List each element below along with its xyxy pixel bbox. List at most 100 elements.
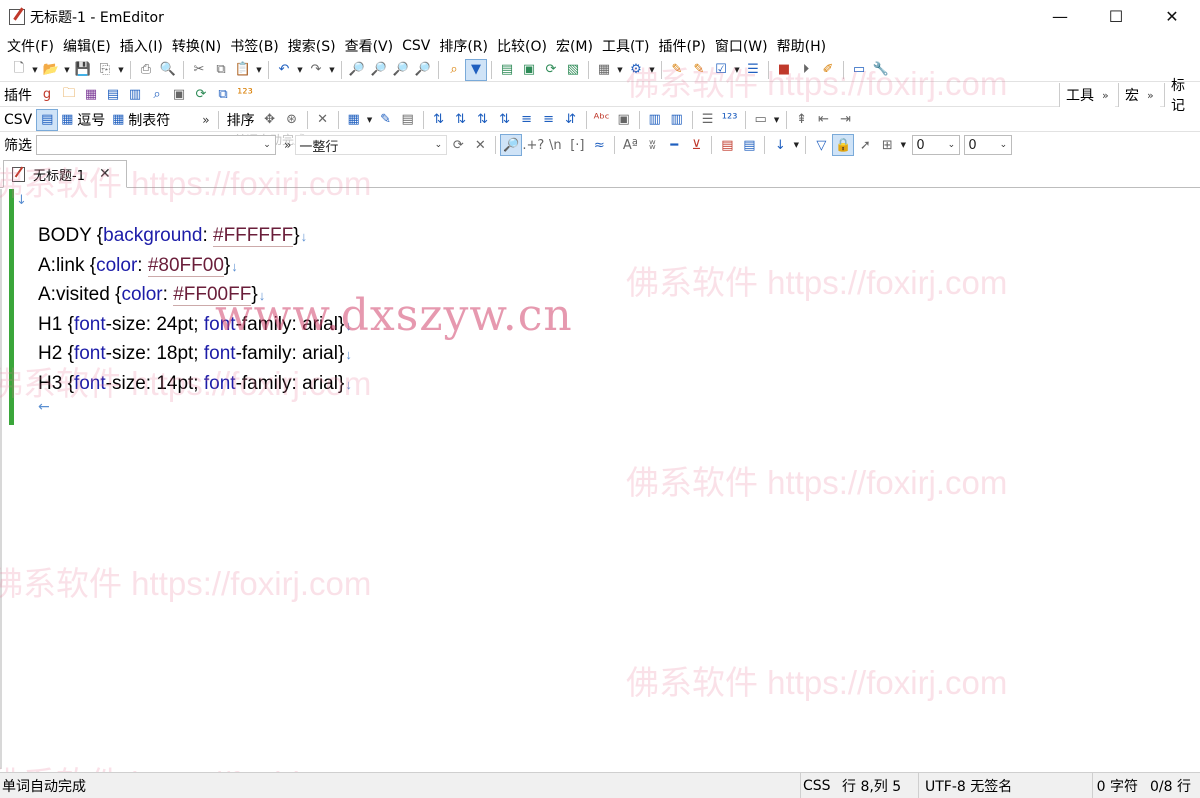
menu-csv[interactable]: CSV — [402, 38, 430, 54]
reverse-sort-icon[interactable]: ⇵ — [560, 109, 582, 131]
compare-abc-icon[interactable]: ᴬᵇᶜ — [591, 109, 613, 131]
paste-dropdown-icon[interactable]: ▼ — [254, 59, 264, 81]
menu-plugins[interactable]: 插件(P) — [658, 36, 705, 56]
csv-normal-mode-icon[interactable]: ▤ — [36, 108, 59, 131]
filter-icon[interactable]: ▼ — [465, 58, 487, 81]
macro-select-icon[interactable]: ✎ — [688, 59, 710, 81]
plugin-find-bar-icon[interactable]: ⌕ — [146, 84, 168, 106]
sort-add-icon[interactable]: ✥ — [259, 109, 281, 131]
filter-overflow-chevron-icon[interactable]: » — [280, 138, 295, 152]
plugin-projects-icon[interactable]: ▥ — [124, 84, 146, 106]
cut-icon[interactable]: ✂ — [188, 59, 210, 81]
sort-length-desc-icon[interactable]: ≡ — [538, 109, 560, 131]
tools-panel-tab[interactable]: 工具 » — [1059, 83, 1115, 107]
next-match-icon[interactable]: ↓ — [769, 134, 791, 156]
bookmark-filter-icon[interactable]: ▤ — [716, 134, 738, 156]
bar-options-icon[interactable]: ▭ — [750, 109, 772, 131]
comma-mode-button[interactable]: 逗号 — [76, 110, 109, 130]
macro-options-icon[interactable]: ✐ — [817, 59, 839, 81]
plugin-web-preview-icon[interactable]: ⧉ — [212, 84, 234, 106]
code-line[interactable]: H3 {font-size: 14pt; font-family: arial}… — [38, 369, 352, 398]
move-left-icon[interactable]: ⇤ — [813, 109, 835, 131]
properties-dropdown-icon[interactable]: ▼ — [615, 59, 625, 81]
close-tab-icon[interactable]: ✕ — [99, 166, 111, 182]
compare-icon[interactable]: ▧ — [562, 59, 584, 81]
print-preview-icon[interactable]: 🔍 — [157, 59, 179, 81]
plugin-g-icon[interactable]: g — [36, 84, 58, 106]
tab-mode-button[interactable]: 制表符 — [127, 110, 174, 130]
tools-cross-icon[interactable]: ✕ — [312, 109, 334, 131]
column-lines-icon[interactable]: ☰ — [697, 109, 719, 131]
after-lines-select[interactable]: 0 ⌄ — [964, 135, 1013, 155]
cell-format-icon[interactable]: ▤ — [397, 109, 419, 131]
menu-file[interactable]: 文件(F) — [7, 36, 54, 56]
menu-window[interactable]: 窗口(W) — [715, 36, 768, 56]
macros-panel-tab[interactable]: 宏» — [1118, 83, 1160, 107]
code-line[interactable]: A:link {color: #80FF00}↓ — [38, 251, 238, 280]
regex-question-icon[interactable]: .+? — [522, 134, 544, 156]
fuzzy-match-icon[interactable]: ≈ — [588, 134, 610, 156]
menu-search[interactable]: 搜索(S) — [288, 36, 336, 56]
customize-icon[interactable]: 🔧 — [870, 59, 892, 81]
run-macro-icon[interactable]: ⏵ — [795, 59, 817, 81]
menu-macros[interactable]: 宏(M) — [556, 36, 593, 56]
filter-mode-select[interactable]: 一整行 ⌄ — [295, 135, 448, 155]
move-right-icon[interactable]: ⇥ — [835, 109, 857, 131]
menu-edit[interactable]: 编辑(E) — [63, 36, 111, 56]
next-match-dropdown-icon[interactable]: ▼ — [791, 134, 801, 156]
advanced-filter-icon[interactable]: ▽ — [810, 134, 832, 156]
filter-cursor-icon[interactable]: ➚ — [854, 134, 876, 156]
status-encoding[interactable]: UTF-8 无签名 — [918, 772, 1092, 798]
sort-az-icon[interactable]: ⇅ — [428, 109, 450, 131]
column-grid-icon[interactable]: ▦ — [343, 109, 365, 131]
sort-options-icon[interactable]: ⊛ — [281, 109, 303, 131]
save-icon[interactable]: 💾 — [72, 59, 94, 81]
bar-options-dropdown-icon[interactable]: ▼ — [772, 109, 782, 131]
save-dropdown-icon[interactable]: ▼ — [116, 59, 126, 81]
csv-overflow-chevron-icon[interactable]: » — [198, 113, 213, 127]
refresh-icon[interactable]: ⟳ — [540, 59, 562, 81]
match-whole-word-icon[interactable]: ʬ — [641, 134, 663, 156]
status-cursor-position[interactable]: 行 8,列 5 — [836, 773, 918, 798]
document-tab[interactable]: 无标题-1 ✕ — [3, 160, 127, 188]
filter-refresh-icon[interactable]: ⟳ — [447, 134, 469, 156]
undo-dropdown-icon[interactable]: ▼ — [295, 59, 305, 81]
configuration-dropdown-icon[interactable]: ▼ — [647, 59, 657, 81]
menu-insert[interactable]: 插入(I) — [120, 36, 163, 56]
menu-sort[interactable]: 排序(R) — [439, 36, 488, 56]
stop-recording-icon[interactable]: ■ — [773, 59, 795, 81]
filter-columns-icon[interactable]: ⊞ — [876, 134, 898, 156]
filter-search-icon[interactable]: 🔎 — [500, 134, 523, 156]
menu-help[interactable]: 帮助(H) — [777, 36, 826, 56]
menu-tools[interactable]: 工具(T) — [602, 36, 649, 56]
extract-filter-icon[interactable]: ▤ — [738, 134, 760, 156]
find-previous-icon[interactable]: 🔎 — [390, 59, 412, 81]
status-syntax-mode[interactable]: CSS — [800, 772, 836, 798]
join-columns-icon[interactable]: ▥ — [644, 109, 666, 131]
chevron-down-icon[interactable]: ⌄ — [259, 140, 275, 150]
minimize-button[interactable]: — — [1032, 0, 1088, 33]
comma-grid-icon[interactable]: ▦ — [58, 109, 76, 131]
maximize-button[interactable]: ☐ — [1088, 0, 1144, 33]
new-file-dropdown-icon[interactable]: ▼ — [30, 59, 40, 81]
find-icon[interactable]: 🔎 — [346, 59, 368, 81]
close-button[interactable]: ✕ — [1144, 0, 1200, 33]
sort-90-icon[interactable]: ⇅ — [494, 109, 516, 131]
macro-dropdown-icon[interactable]: ▼ — [732, 59, 742, 81]
compare-lines-icon[interactable]: ▣ — [613, 109, 635, 131]
negative-filter-icon[interactable]: ━ — [663, 134, 685, 156]
menu-view[interactable]: 查看(V) — [345, 36, 394, 56]
filter-input[interactable]: ⌄ — [36, 135, 276, 155]
filter-columns-dropdown-icon[interactable]: ▼ — [898, 134, 908, 156]
find-in-files-icon[interactable]: ⌕ — [443, 59, 465, 81]
code-line[interactable]: BODY {background: #FFFFFF}↓ — [38, 221, 307, 250]
chevron-down-icon[interactable]: ⌄ — [943, 140, 959, 150]
match-word-icon[interactable]: [·] — [566, 134, 588, 156]
find-next-icon[interactable]: 🔎 — [368, 59, 390, 81]
move-up-icon[interactable]: ⇞ — [791, 109, 813, 131]
macro-edit-icon[interactable]: ✎ — [666, 59, 688, 81]
replace-icon[interactable]: 🔎 — [412, 59, 434, 81]
redo-dropdown-icon[interactable]: ▼ — [327, 59, 337, 81]
menu-bookmarks[interactable]: 书签(B) — [230, 36, 279, 56]
sort-09-icon[interactable]: ⇅ — [472, 109, 494, 131]
